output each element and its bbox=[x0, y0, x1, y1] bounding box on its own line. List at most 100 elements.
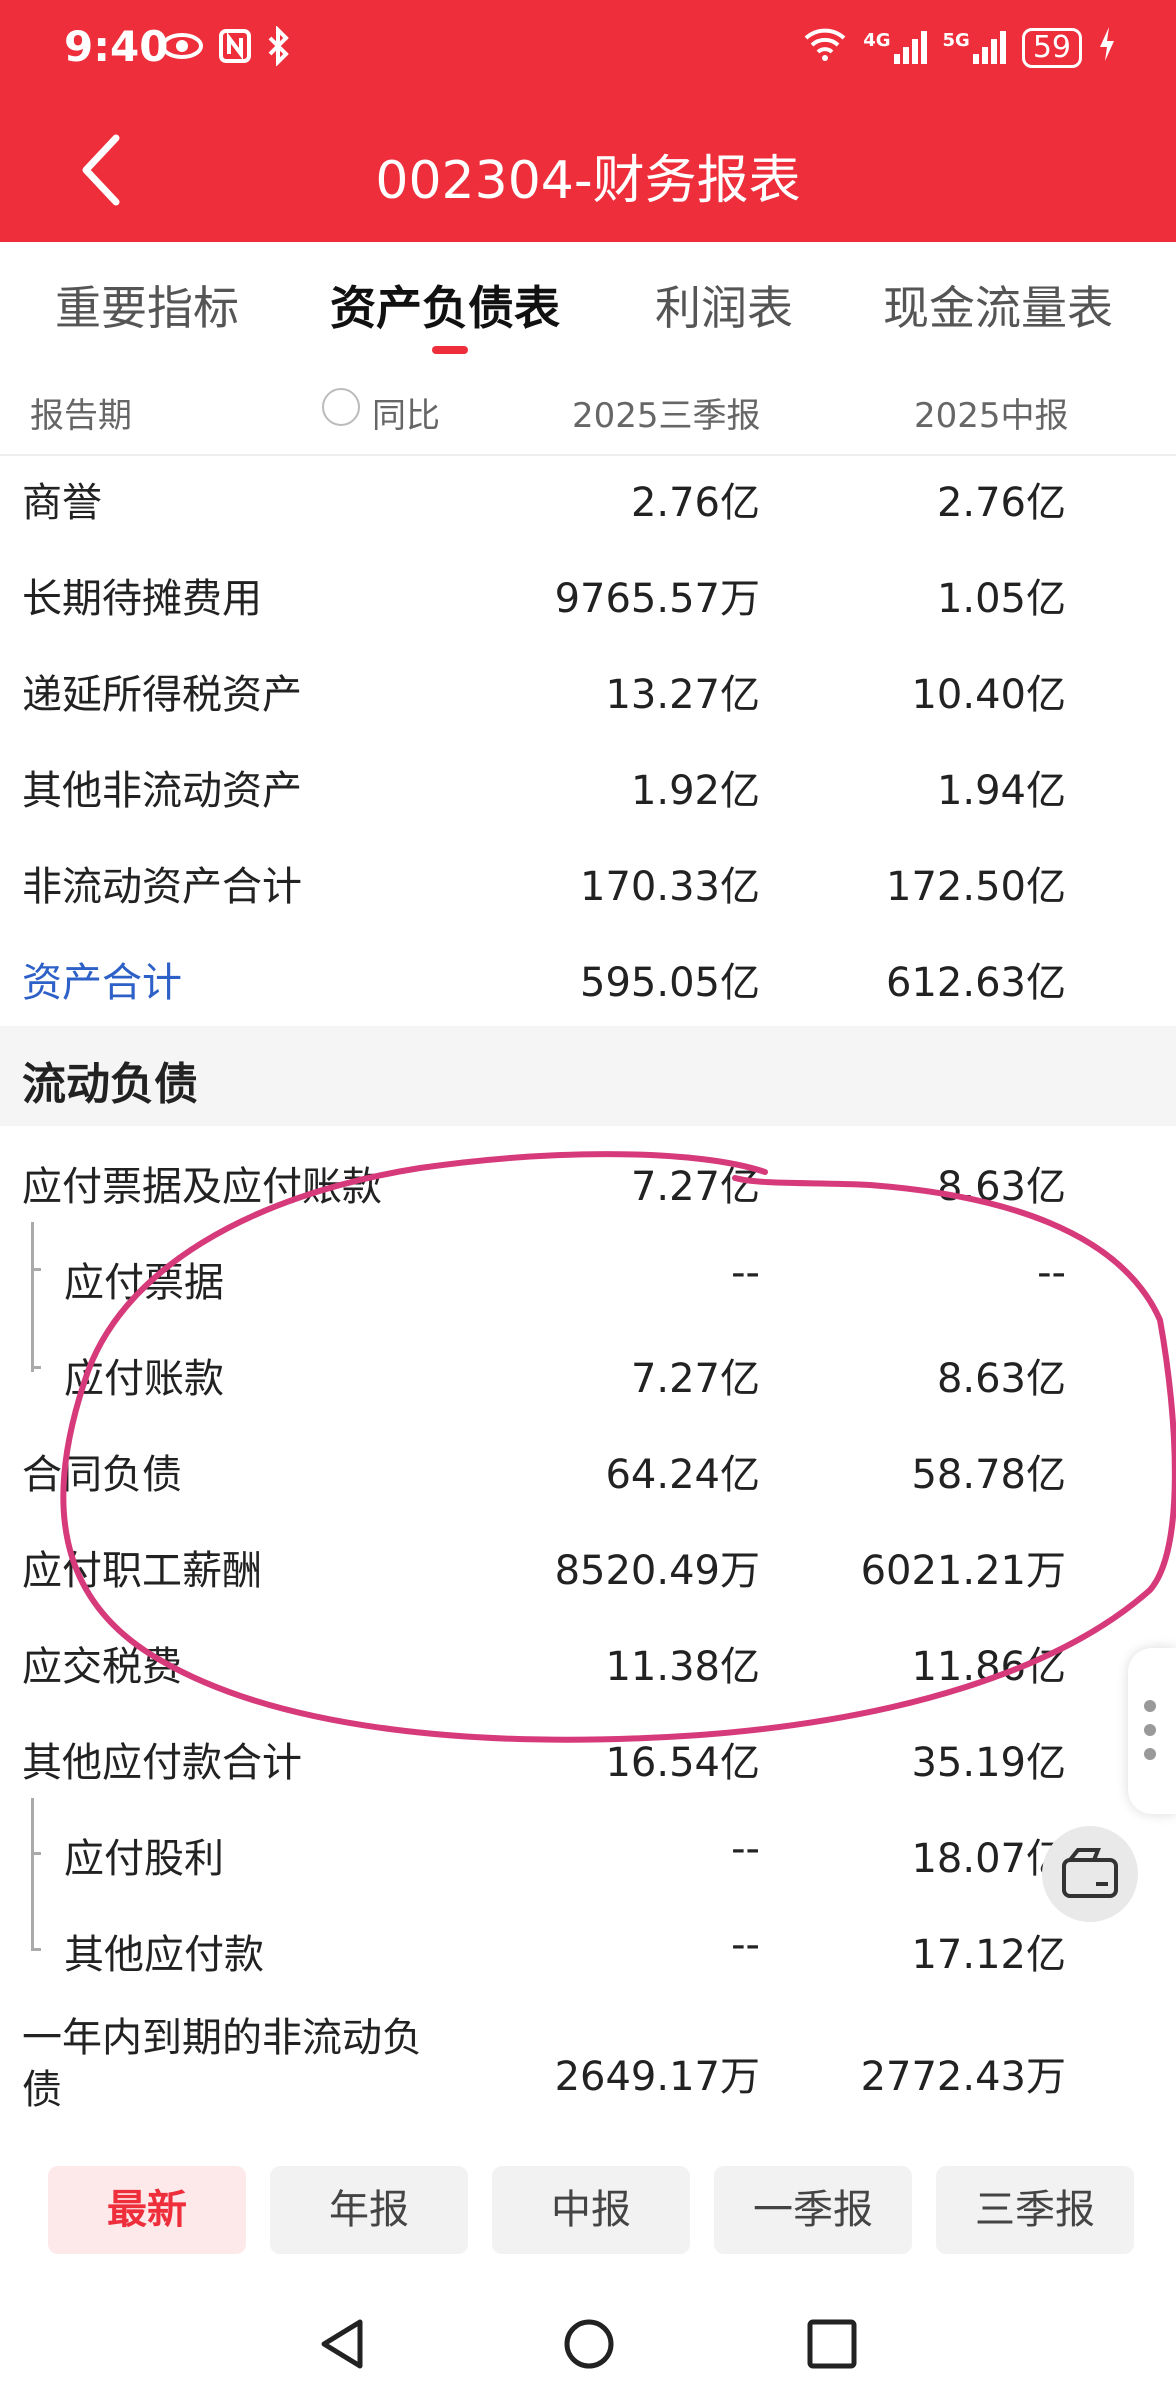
filter-annual[interactable]: 年报 bbox=[270, 2166, 468, 2254]
yoy-radio[interactable] bbox=[322, 388, 360, 426]
tab-balance-sheet[interactable]: 资产负债表 bbox=[330, 272, 560, 338]
section-header: 流动负债 bbox=[0, 1026, 1176, 1126]
table-row[interactable]: 应付票据及应付账款 7.27亿 8.63亿 bbox=[0, 1140, 1176, 1236]
table-row-child[interactable]: 其他应付款 -- 17.12亿 bbox=[0, 1908, 1176, 2004]
row-value-q3: 11.38亿 bbox=[605, 1644, 760, 1690]
row-value-h1: 11.86亿 bbox=[911, 1644, 1066, 1690]
wallet-button[interactable] bbox=[1042, 1826, 1138, 1922]
system-nav-bar bbox=[0, 2286, 1176, 2400]
bluetooth-icon bbox=[266, 25, 292, 75]
column-header: 报告期 同比 2025三季报 2025中报 bbox=[0, 370, 1176, 456]
network-4g-label: 4G bbox=[863, 30, 891, 51]
row-value-h1: 612.63亿 bbox=[886, 960, 1066, 1006]
row-value-h1: 8.63亿 bbox=[936, 1356, 1066, 1402]
active-tab-indicator bbox=[432, 346, 468, 354]
row-label: 应交税费 bbox=[22, 1644, 182, 1690]
row-label: 长期待摊费用 bbox=[22, 576, 262, 622]
table-row[interactable]: 其他非流动资产 1.92亿 1.94亿 bbox=[0, 744, 1176, 840]
row-value-h1: 8.63亿 bbox=[936, 1164, 1066, 1210]
table-row-child[interactable]: 应付股利 -- 18.07亿 bbox=[0, 1812, 1176, 1908]
app-header: 002304-财务报表 bbox=[0, 100, 1176, 242]
table-row[interactable]: 合同负债 64.24亿 58.78亿 bbox=[0, 1428, 1176, 1524]
row-label: 应付账款 bbox=[64, 1356, 224, 1402]
eye-icon bbox=[160, 26, 204, 75]
yoy-label[interactable]: 同比 bbox=[372, 388, 440, 437]
total-assets-link[interactable]: 资产合计 bbox=[22, 950, 182, 1008]
row-value-h1: 10.40亿 bbox=[911, 672, 1066, 718]
signal-5g-icon: 5G bbox=[943, 30, 1006, 66]
nfc-icon bbox=[218, 26, 252, 75]
table-row[interactable]: 其他应付款合计 16.54亿 35.19亿 bbox=[0, 1716, 1176, 1812]
table-row[interactable]: 长期待摊费用 9765.57万 1.05亿 bbox=[0, 552, 1176, 648]
row-value-h1: 17.12亿 bbox=[911, 1932, 1066, 1978]
table-row-child[interactable]: 应付票据 -- -- bbox=[0, 1236, 1176, 1332]
row-label: 应付票据 bbox=[64, 1260, 224, 1306]
row-label: 商誉 bbox=[22, 480, 102, 526]
row-value-h1: 2.76亿 bbox=[936, 480, 1066, 526]
table-row[interactable]: 应付职工薪酬 8520.49万 6021.21万 bbox=[0, 1524, 1176, 1620]
top-bar: 9:40 4G 5G 59 002304-财务报表 bbox=[0, 0, 1176, 242]
filter-interim[interactable]: 中报 bbox=[492, 2166, 690, 2254]
dot bbox=[1144, 1700, 1156, 1712]
row-value-h1: 172.50亿 bbox=[886, 864, 1066, 910]
row-value-q3: -- bbox=[731, 1922, 760, 1968]
row-label: 其他应付款 bbox=[64, 1932, 264, 1978]
dot bbox=[1144, 1724, 1156, 1736]
dot bbox=[1144, 1748, 1156, 1760]
status-time: 9:40 bbox=[64, 22, 169, 71]
status-bar: 9:40 4G 5G 59 bbox=[0, 0, 1176, 100]
more-options-button[interactable] bbox=[1128, 1648, 1176, 1814]
wifi-icon bbox=[803, 26, 847, 70]
row-label: 其他非流动资产 bbox=[22, 768, 302, 814]
row-value-h1: 58.78亿 bbox=[911, 1452, 1066, 1498]
section-title: 流动负债 bbox=[22, 1059, 198, 1110]
row-label: 递延所得税资产 bbox=[22, 672, 302, 718]
row-value-h1: -- bbox=[1037, 1250, 1066, 1296]
row-label: 非流动资产合计 bbox=[22, 864, 302, 910]
row-value-h1: 1.05亿 bbox=[936, 576, 1066, 622]
wallet-icon bbox=[1062, 1848, 1118, 1898]
nav-back-icon[interactable] bbox=[316, 2316, 368, 2372]
table-row[interactable]: 应交税费 11.38亿 11.86亿 bbox=[0, 1620, 1176, 1716]
row-label: 其他应付款合计 bbox=[22, 1740, 302, 1786]
row-value-q3: 1.92亿 bbox=[630, 768, 760, 814]
tab-cash-flow[interactable]: 现金流量表 bbox=[883, 272, 1113, 338]
nav-recents-icon[interactable] bbox=[806, 2316, 858, 2372]
row-value-q3: 2.76亿 bbox=[630, 480, 760, 526]
table-row-child[interactable]: 应付账款 7.27亿 8.63亿 bbox=[0, 1332, 1176, 1428]
tab-key-indicators[interactable]: 重要指标 bbox=[55, 272, 239, 338]
row-value-q3: 8520.49万 bbox=[554, 1548, 760, 1594]
row-value-h1: 2772.43万 bbox=[860, 2054, 1066, 2100]
row-value-q3: 595.05亿 bbox=[580, 960, 760, 1006]
row-value-q3: 9765.57万 bbox=[554, 576, 760, 622]
period-filter-bar: 最新 年报 中报 一季报 三季报 bbox=[0, 2166, 1176, 2256]
row-value-h1: 1.94亿 bbox=[936, 768, 1066, 814]
tab-income-statement[interactable]: 利润表 bbox=[655, 272, 793, 338]
row-label: 应付职工薪酬 bbox=[22, 1548, 262, 1594]
row-value-q3: 170.33亿 bbox=[580, 864, 760, 910]
table-row[interactable]: 递延所得税资产 13.27亿 10.40亿 bbox=[0, 648, 1176, 744]
nav-home-icon[interactable] bbox=[562, 2316, 616, 2372]
row-label-line-2: 债 bbox=[22, 2067, 62, 2113]
filter-q3[interactable]: 三季报 bbox=[936, 2166, 1134, 2254]
row-label: 应付股利 bbox=[64, 1836, 224, 1882]
table-row[interactable]: 一年内到期的非流动负 债 2649.17万 2772.43万 bbox=[0, 2004, 1176, 2134]
signal-4g-icon: 4G bbox=[863, 30, 927, 66]
column-h1-2025[interactable]: 2025中报 bbox=[914, 388, 1069, 437]
filter-q1[interactable]: 一季报 bbox=[714, 2166, 912, 2254]
battery-indicator: 59 bbox=[1021, 28, 1082, 68]
row-label: 应付票据及应付账款 bbox=[22, 1164, 382, 1210]
row-value-q3: 13.27亿 bbox=[605, 672, 760, 718]
table-row-total-assets[interactable]: 资产合计 595.05亿 612.63亿 bbox=[0, 936, 1176, 1032]
row-value-q3: 7.27亿 bbox=[630, 1356, 760, 1402]
row-label: 合同负债 bbox=[22, 1452, 182, 1498]
row-value-q3: 7.27亿 bbox=[630, 1164, 760, 1210]
row-value-q3: -- bbox=[731, 1826, 760, 1872]
charging-icon bbox=[1098, 26, 1116, 70]
row-value-h1: 6021.21万 bbox=[860, 1548, 1066, 1594]
table-row[interactable]: 商誉 2.76亿 2.76亿 bbox=[0, 456, 1176, 552]
filter-latest[interactable]: 最新 bbox=[48, 2166, 246, 2254]
table-row[interactable]: 非流动资产合计 170.33亿 172.50亿 bbox=[0, 840, 1176, 936]
row-label: 一年内到期的非流动负 债 bbox=[22, 2012, 422, 2116]
column-q3-2025[interactable]: 2025三季报 bbox=[572, 388, 761, 437]
